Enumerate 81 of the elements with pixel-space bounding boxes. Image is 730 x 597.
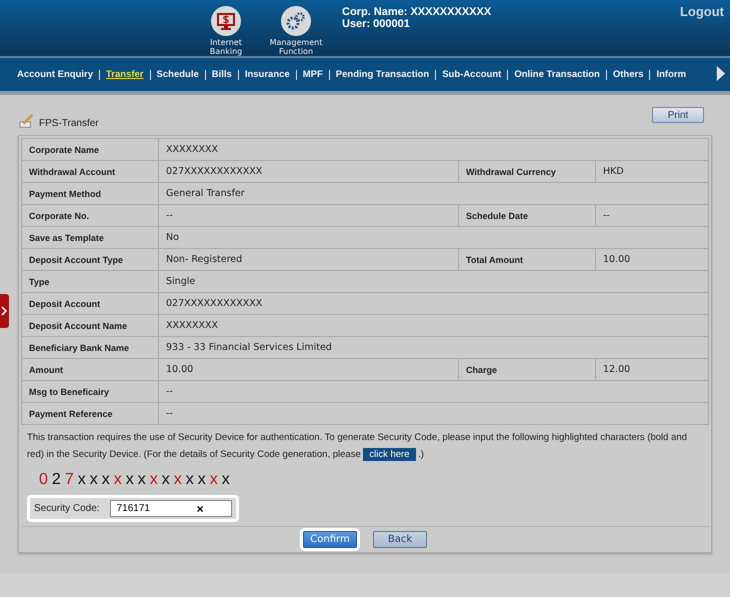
field-label: Beneficiary Bank Name: [22, 336, 158, 358]
code-character: 7: [64, 471, 74, 489]
nav-tab[interactable]: Sub-Account: [442, 69, 502, 80]
field-value: 12.00: [596, 358, 708, 380]
field-value: --: [158, 204, 458, 226]
code-character: x: [114, 471, 122, 489]
field-label: Payment Reference: [22, 402, 158, 424]
code-character: x: [210, 471, 218, 489]
code-character: x: [150, 471, 158, 489]
logout-link[interactable]: Logout: [680, 4, 724, 19]
field-label: Corporate Name: [22, 138, 158, 160]
nav-tab[interactable]: Account Enquiry: [17, 69, 94, 80]
gears-icon[interactable]: [281, 6, 311, 36]
field-label: Charge: [458, 358, 596, 380]
field-value: 027XXXXXXXXXXXX: [158, 160, 458, 182]
action-button[interactable]: Back: [373, 531, 427, 548]
field-value: 10.00: [158, 358, 458, 380]
field-label: Corporate No.: [22, 204, 158, 226]
user-id: User: 000001: [342, 18, 411, 30]
nav-tab[interactable]: MPF: [302, 69, 323, 80]
field-label: Payment Method: [22, 182, 158, 204]
field-label: Save as Template: [22, 226, 158, 248]
field-label: Schedule Date: [458, 204, 596, 226]
field-label: Withdrawal Currency: [458, 160, 596, 182]
field-label: Deposit Account: [22, 292, 158, 314]
nav-tab[interactable]: Pending Transaction: [336, 69, 430, 80]
code-character: x: [78, 471, 86, 489]
code-character: x: [102, 471, 110, 489]
nav-tab[interactable]: Transfer: [106, 69, 144, 80]
corp-name: Corp. Name: XXXXXXXXXXX: [342, 6, 492, 18]
chevron-right-icon[interactable]: [0, 306, 8, 316]
code-character: 2: [52, 471, 61, 489]
app-label[interactable]: Internet Banking: [200, 38, 252, 56]
field-label: Deposit Account Type: [22, 248, 158, 270]
field-label: Msg to Beneficairy: [22, 380, 158, 402]
field-value: Single: [158, 270, 708, 292]
field-value: HKD: [596, 160, 708, 182]
code-character: x: [126, 471, 134, 489]
code-character: x: [186, 471, 194, 489]
field-label: Type: [22, 270, 158, 292]
code-character: x: [138, 471, 146, 489]
security-code-label: Security Code:: [34, 503, 100, 514]
action-button[interactable]: Confirm: [303, 531, 357, 548]
field-value: General Transfer: [158, 182, 708, 204]
code-character: x: [222, 471, 230, 489]
field-value: --: [596, 204, 708, 226]
field-value: --: [158, 402, 708, 424]
click-here-link[interactable]: click here: [363, 448, 416, 461]
code-character: x: [90, 471, 98, 489]
pencil-icon: [18, 113, 36, 129]
field-label: Amount: [22, 358, 158, 380]
nav-tab[interactable]: Insurance: [244, 69, 290, 80]
security-code-field[interactable]: 716171 ×: [110, 500, 232, 517]
right-arrow-icon[interactable]: [716, 65, 726, 82]
app-label[interactable]: Management Function: [270, 38, 322, 56]
field-value: 933 - 33 Financial Services Limited: [158, 336, 708, 358]
monitor-icon[interactable]: [211, 6, 241, 36]
nav-tab[interactable]: Schedule: [156, 69, 199, 80]
field-value: XXXXXXXX: [158, 314, 708, 336]
print-button[interactable]: Print: [652, 107, 704, 123]
code-character: x: [162, 471, 170, 489]
page-title: FPS-Transfer: [39, 118, 99, 129]
side-tab[interactable]: [0, 294, 9, 328]
clear-icon[interactable]: ×: [196, 502, 204, 516]
field-label: Withdrawal Account: [22, 160, 158, 182]
code-character: x: [198, 471, 206, 489]
notice-text: This transaction requires the use of Security Device for authentication. To generate Security Code, please input the following highlighted characters (bold and red) in the Security Device. (For the details of Security Code generation, please click here .): [27, 431, 688, 463]
field-value: Non- Registered: [158, 248, 458, 270]
field-label: Deposit Account Name: [22, 314, 158, 336]
field-value: 10.00: [596, 248, 708, 270]
nav-tab[interactable]: Others: [612, 69, 644, 80]
nav-tab[interactable]: Bills: [212, 69, 232, 80]
field-value: No: [158, 226, 708, 248]
nav-tab[interactable]: Inform: [656, 69, 686, 80]
field-value: --: [158, 380, 708, 402]
code-character: x: [174, 471, 182, 489]
field-value: 027XXXXXXXXXXXX: [158, 292, 708, 314]
field-label: Total Amount: [458, 248, 596, 270]
field-value: XXXXXXXX: [158, 138, 708, 160]
code-character: 0: [39, 471, 48, 489]
nav-tab[interactable]: Online Transaction: [514, 69, 600, 80]
